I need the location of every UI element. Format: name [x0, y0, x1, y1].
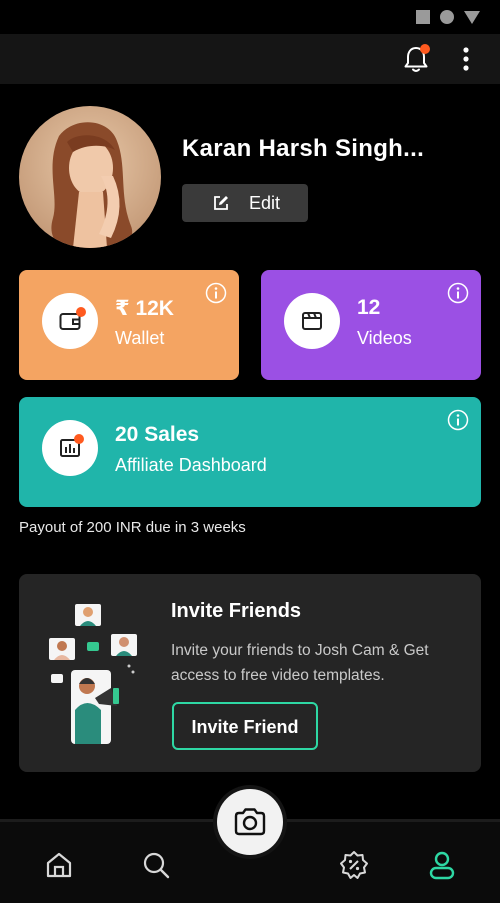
info-icon[interactable]: [447, 282, 469, 304]
edit-profile-button[interactable]: Edit: [182, 184, 308, 222]
affiliate-icon-circle: [42, 420, 98, 476]
wallet-card[interactable]: ₹ 12K Wallet: [19, 270, 239, 380]
wallet-value: ₹ 12K: [115, 297, 174, 320]
affiliate-card[interactable]: 20 Sales Affiliate Dashboard: [19, 397, 481, 507]
recents-icon: [416, 10, 430, 24]
info-icon[interactable]: [205, 282, 227, 304]
videos-icon-circle: [284, 293, 340, 349]
videos-value: 12: [357, 296, 381, 319]
affiliate-label: Affiliate Dashboard: [115, 455, 267, 475]
camera-fab-wrapper: [213, 785, 287, 859]
edit-label: Edit: [249, 193, 281, 213]
payout-text: Payout of 200 INR due in 3 weeks: [19, 519, 246, 536]
videos-label: Videos: [357, 328, 412, 348]
affiliate-notification-dot: [74, 434, 84, 444]
search-icon[interactable]: [141, 850, 171, 880]
profile-name: Karan Harsh Singh...: [182, 135, 425, 162]
wallet-notification-dot: [76, 307, 86, 317]
invite-title: Invite Friends: [171, 600, 302, 622]
info-icon[interactable]: [447, 409, 469, 431]
home-icon[interactable]: [44, 850, 74, 880]
invite-friend-label: Invite Friend: [191, 717, 299, 737]
invite-friends-card: Invite Friends Invite your friends to Jo…: [19, 574, 481, 772]
profile-icon[interactable]: [427, 850, 457, 880]
invite-illustration: [49, 604, 137, 744]
signal-icon: [464, 11, 480, 24]
home-circle-icon: [440, 10, 454, 24]
camera-button[interactable]: [217, 789, 283, 855]
avatar[interactable]: [19, 106, 161, 248]
invite-friend-button[interactable]: Invite Friend: [172, 702, 318, 750]
affiliate-value: 20 Sales: [115, 423, 200, 446]
clapperboard-icon: [302, 312, 322, 330]
edit-icon: [214, 196, 228, 210]
badge-percent-icon[interactable]: [339, 850, 369, 880]
wallet-label: Wallet: [115, 328, 165, 348]
invite-description: Invite your friends to Josh Cam & Get ac…: [171, 642, 429, 684]
videos-card[interactable]: 12 Videos: [261, 270, 481, 380]
more-vertical-icon[interactable]: [456, 44, 476, 74]
notification-dot: [420, 44, 430, 54]
camera-icon: [234, 808, 266, 836]
wallet-icon-circle: [42, 293, 98, 349]
status-bar: [0, 0, 500, 34]
